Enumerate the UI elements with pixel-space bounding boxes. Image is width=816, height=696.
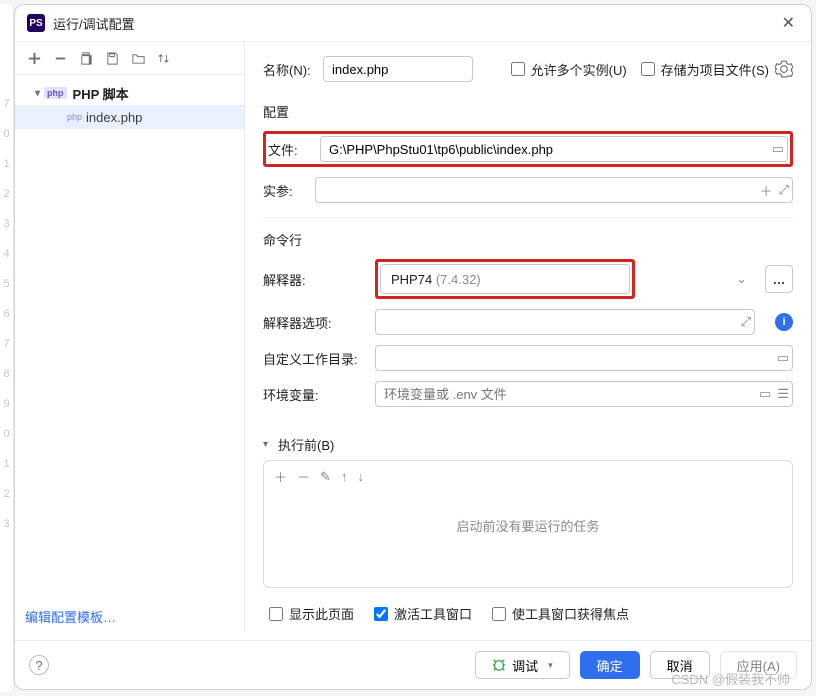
expand-icon[interactable]: ⤢	[741, 314, 751, 330]
list-icon[interactable]: ☰	[777, 386, 789, 402]
highlight-file-field: 文件: ▭	[263, 131, 793, 167]
run-debug-config-dialog: PS 运行/调试配置 ✕ ▾ php PHP 脚本 php	[14, 4, 812, 690]
activate-tool-checkbox[interactable]: 激活工具窗口	[374, 604, 472, 623]
cli-section-title: 命令行	[263, 217, 793, 249]
config-toolbar	[15, 42, 244, 75]
folder-icon[interactable]: ▭	[759, 386, 771, 402]
tree-label: index.php	[86, 110, 142, 125]
expand-icon[interactable]: ⤢	[779, 182, 789, 198]
file-label: 文件:	[268, 140, 308, 159]
php-icon: php	[67, 112, 82, 122]
args-input[interactable]	[315, 177, 793, 203]
config-section-title: 配置	[263, 102, 793, 121]
interp-opts-input[interactable]	[375, 309, 755, 335]
editor-gutter: 701234567890123	[0, 4, 14, 692]
args-label: 实参:	[263, 181, 303, 200]
titlebar: PS 运行/调试配置 ✕	[15, 5, 811, 42]
before-run-box: ＋ － ✎ ↑ ↓ 启动前没有要运行的任务	[263, 460, 793, 588]
workdir-input[interactable]	[375, 345, 793, 371]
config-list-panel: ▾ php PHP 脚本 php index.php 编辑配置模板…	[15, 42, 245, 632]
interp-opts-label: 解释器选项:	[263, 313, 363, 332]
chevron-down-icon[interactable]: ⌄	[736, 271, 747, 287]
apply-button[interactable]: 应用(A)	[720, 651, 797, 679]
interpreter-name: PHP74	[391, 272, 432, 287]
chevron-down-icon: ▾	[35, 88, 40, 99]
allow-multiple-label: 允许多个实例(U)	[531, 60, 627, 79]
tree-node-php-scripts[interactable]: ▾ php PHP 脚本	[15, 81, 244, 105]
allow-multiple-checkbox[interactable]: 允许多个实例(U)	[511, 60, 627, 79]
env-input[interactable]	[375, 381, 793, 407]
save-config-button[interactable]	[101, 48, 123, 68]
focus-tool-checkbox[interactable]: 使工具窗口获得焦点	[492, 604, 629, 623]
interpreter-select[interactable]: PHP74 (7.4.32)	[380, 264, 630, 294]
folder-config-button[interactable]	[127, 48, 149, 68]
app-icon: PS	[27, 14, 45, 32]
plus-icon[interactable]: ＋	[760, 181, 773, 200]
remove-config-button[interactable]	[49, 48, 71, 68]
add-config-button[interactable]	[23, 48, 45, 68]
sort-config-button[interactable]	[153, 48, 175, 68]
close-icon[interactable]: ✕	[778, 13, 799, 33]
interpreter-label: 解释器:	[263, 270, 363, 289]
interpreter-browse-button[interactable]: …	[765, 265, 793, 293]
php-icon: php	[44, 87, 67, 99]
store-project-checkbox[interactable]: 存储为项目文件(S)	[641, 60, 769, 79]
copy-config-button[interactable]	[75, 48, 97, 68]
before-run-empty-text: 启动前没有要运行的任务	[264, 492, 792, 559]
store-project-label: 存储为项目文件(S)	[661, 60, 769, 79]
ok-button[interactable]: 确定	[580, 651, 640, 679]
name-input[interactable]	[323, 56, 473, 82]
file-input[interactable]	[320, 136, 788, 162]
folder-icon[interactable]: ▭	[772, 141, 784, 157]
name-label: 名称(N):	[263, 60, 323, 79]
tree-node-index-php[interactable]: php index.php	[15, 105, 244, 129]
config-tree: ▾ php PHP 脚本 php index.php	[15, 75, 244, 135]
workdir-label: 自定义工作目录:	[263, 349, 363, 368]
edit-task-button[interactable]: ✎	[320, 469, 331, 485]
dialog-footer: ? 调试▾ 确定 取消 应用(A)	[15, 640, 811, 689]
config-form: 名称(N): 允许多个实例(U) 存储为项目文件(S) 配置 文件: ▭	[245, 42, 811, 632]
env-label: 环境变量:	[263, 385, 363, 404]
debug-button[interactable]: 调试▾	[475, 651, 570, 679]
move-up-button[interactable]: ↑	[341, 469, 348, 484]
info-icon[interactable]: i	[775, 313, 793, 331]
show-page-checkbox[interactable]: 显示此页面	[269, 604, 354, 623]
interpreter-version: (7.4.32)	[436, 272, 481, 287]
before-run-label: 执行前(B)	[278, 435, 334, 454]
cancel-button[interactable]: 取消	[650, 651, 710, 679]
highlight-interpreter-field: PHP74 (7.4.32)	[375, 259, 635, 299]
move-down-button[interactable]: ↓	[357, 469, 364, 484]
gear-icon[interactable]	[775, 60, 793, 78]
tree-label: PHP 脚本	[73, 84, 129, 103]
chevron-down-icon[interactable]: ▾	[263, 439, 268, 450]
edit-templates-link[interactable]: 编辑配置模板…	[25, 610, 116, 625]
chevron-down-icon: ▾	[548, 660, 553, 671]
remove-task-button[interactable]: －	[297, 467, 310, 486]
add-task-button[interactable]: ＋	[274, 467, 287, 486]
help-icon[interactable]: ?	[29, 655, 49, 675]
dialog-title: 运行/调试配置	[53, 14, 778, 33]
folder-icon[interactable]: ▭	[777, 350, 789, 366]
